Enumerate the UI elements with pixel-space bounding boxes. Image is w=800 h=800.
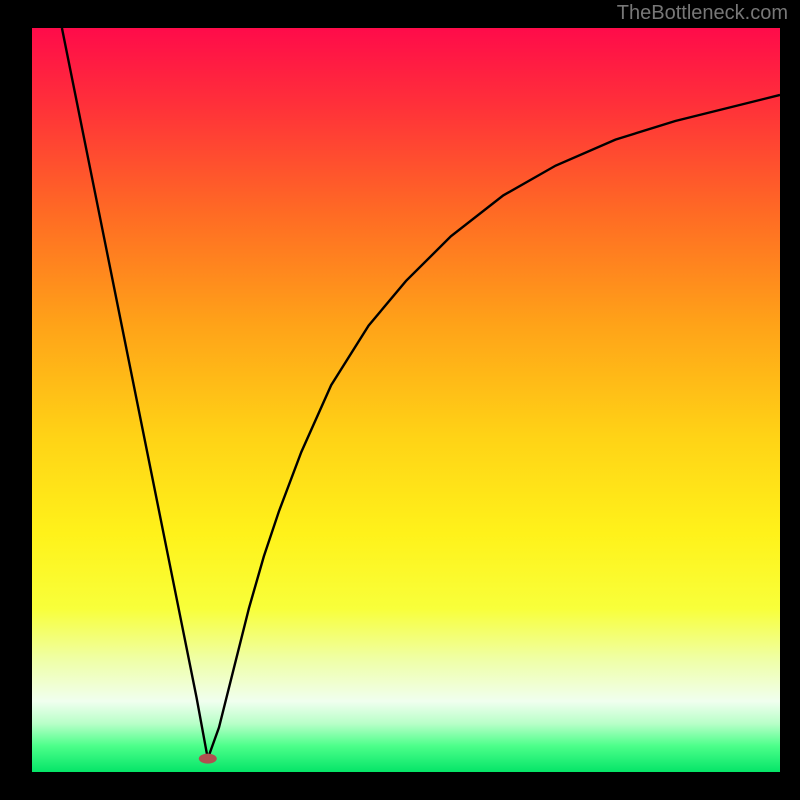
plot-background: [32, 28, 780, 772]
watermark-text: TheBottleneck.com: [617, 2, 788, 25]
chart-container: TheBottleneck.com: [0, 0, 800, 800]
bottleneck-chart: [0, 0, 800, 800]
optimal-point-marker: [199, 754, 217, 764]
